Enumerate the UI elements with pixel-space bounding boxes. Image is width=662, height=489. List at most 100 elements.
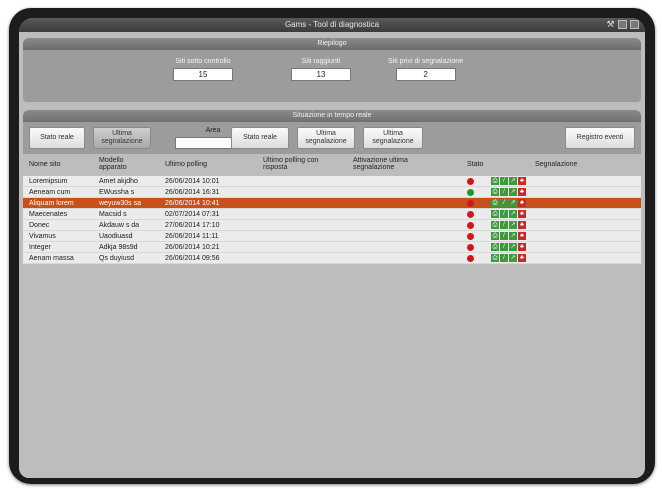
cell-modello: Akdauw s da [99,222,140,229]
pen-sign-icon[interactable]: / [500,232,508,240]
signal-icons: ⎙ / ↗ ♣ [491,243,526,251]
stato-reale-button-2[interactable]: Stato reale [231,127,289,149]
pen-sign-icon[interactable]: / [500,221,508,229]
summary-title: Riepilogo [23,38,641,50]
cell-nome-sito: Loremipsum [29,178,68,185]
status-indicator [467,244,474,251]
wrench-icon[interactable]: ⚒ [606,20,615,29]
cell-nome-sito: Vivamus [29,233,56,240]
col-attivazione[interactable]: Attivazione ultima segnalazione [353,157,433,171]
title-bar: Gams - Tool di diagnostica ⚒ [19,18,645,32]
printer-sign-icon[interactable]: ⎙ [491,254,499,262]
table-row[interactable]: Maecenates Macsid s 02/07/2014 07:31 ⎙ / ↗ ♣ [23,209,641,220]
stat-value: 2 [395,68,456,81]
status-indicator [467,200,474,207]
tool-sign-icon[interactable]: ↗ [509,210,517,218]
tool-sign-icon[interactable]: ↗ [509,177,517,185]
col-modello[interactable]: Modello apparato [99,157,149,171]
pen-sign-icon[interactable]: / [500,254,508,262]
table-row[interactable]: Aenam massa Qs duyiusd 26/06/2014 09:56 ⎙ / ↗… [23,253,641,264]
cell-ultimo-polling: 26/06/2014 16:31 [165,189,220,196]
stat-value: 15 [173,68,233,81]
cell-modello: Amet akjdho [99,178,138,185]
pen-sign-icon[interactable]: / [500,243,508,251]
signal-icons: ⎙ / ↗ ♣ [491,232,526,240]
status-indicator [467,189,474,196]
window-title: Gams - Tool di diagnostica [284,20,380,29]
status-indicator [467,211,474,218]
signal-icons: ⎙ / ↗ ♣ [491,210,526,218]
table-row[interactable]: Loremipsum Amet akjdho 26/06/2014 10:01 ⎙ / ↗… [23,176,641,187]
cell-modello: Qs duyiusd [99,255,135,262]
table-row[interactable]: Vivamus Uaodiuasd 26/06/2014 11:11 ⎙ / ↗ ♣ [23,231,641,242]
col-nome-sito[interactable]: Nome sito [29,161,61,168]
alarm-sign-icon[interactable]: ♣ [518,177,526,185]
cell-ultimo-polling: 26/06/2014 10:41 [165,200,220,207]
stat-siti-sotto-controllo: Siti sotto controllo 15 [173,58,233,81]
ultima-segnalazione-button-3[interactable]: Ultima segnalazione [363,127,423,149]
realtime-panel: Situazione in tempo reale Stato reale Ul… [23,110,641,478]
close-icon[interactable] [630,20,639,29]
pen-sign-icon[interactable]: / [500,188,508,196]
cell-ultimo-polling: 26/06/2014 09:56 [165,255,220,262]
col-segnalazione[interactable]: Segnalazione [535,161,577,168]
tool-sign-icon[interactable]: ↗ [509,232,517,240]
cell-ultimo-polling: 27/06/2014 17:10 [165,222,220,229]
alarm-sign-icon[interactable]: ♣ [518,210,526,218]
alarm-sign-icon[interactable]: ♣ [518,188,526,196]
stato-reale-button[interactable]: Stato reale [29,127,85,149]
tool-sign-icon[interactable]: ↗ [509,188,517,196]
cell-nome-sito: Donec [29,222,50,229]
stat-label: Siti privi di segnalazione [388,58,464,65]
minimize-icon[interactable] [618,20,627,29]
table-row[interactable]: Aliquam lorem weyuw30s sa 26/06/2014 10:41… [23,198,641,209]
pen-sign-icon[interactable]: / [500,177,508,185]
ultima-segnalazione-button[interactable]: Ultima segnalazione [93,127,151,149]
cell-ultimo-polling: 26/06/2014 10:01 [165,178,220,185]
signal-icons: ⎙ / ↗ ♣ [491,254,526,262]
pen-sign-icon[interactable]: / [500,199,508,207]
printer-sign-icon[interactable]: ⎙ [491,243,499,251]
cell-nome-sito: Integer [29,244,51,251]
table-row[interactable]: Donec Akdauw s da 27/06/2014 17:10 ⎙ / ↗ ♣ [23,220,641,231]
table-body: Loremipsum Amet akjdho 26/06/2014 10:01 ⎙ / ↗… [23,176,641,264]
printer-sign-icon[interactable]: ⎙ [491,188,499,196]
alarm-sign-icon[interactable]: ♣ [518,232,526,240]
col-ultimo-polling[interactable]: Ultimo polling [165,161,207,168]
realtime-title: Situazione in tempo reale [23,110,641,122]
summary-panel: Riepilogo Siti sotto controllo 15 Siti r… [23,38,641,102]
col-stato[interactable]: Stato [467,161,483,168]
alarm-sign-icon[interactable]: ♣ [518,199,526,207]
stat-siti-privi: Siti privi di segnalazione 2 [388,58,463,81]
cell-ultimo-polling: 26/06/2014 10:21 [165,244,220,251]
alarm-sign-icon[interactable]: ♣ [518,221,526,229]
pen-sign-icon[interactable]: / [500,210,508,218]
tool-sign-icon[interactable]: ↗ [509,221,517,229]
stat-label: Siti sotto controllo [175,58,231,65]
table-row[interactable]: Aeneam cum EWussha s 26/06/2014 16:31 ⎙ / ↗ ♣ [23,187,641,198]
alarm-sign-icon[interactable]: ♣ [518,243,526,251]
printer-sign-icon[interactable]: ⎙ [491,232,499,240]
app-window: Gams - Tool di diagnostica ⚒ Riepilogo S… [19,18,645,478]
cell-nome-sito: Aenam massa [29,255,74,262]
tool-sign-icon[interactable]: ↗ [509,254,517,262]
table-row[interactable]: Integer Adkja 98s9d 26/06/2014 10:21 ⎙ / ↗ ♣ [23,242,641,253]
cell-nome-sito: Aeneam cum [29,189,71,196]
stat-siti-raggiunti: Siti raggiunti 13 [291,58,351,81]
alarm-sign-icon[interactable]: ♣ [518,254,526,262]
col-ultimo-polling-risposta[interactable]: Ultimo polling con risposta [263,157,343,171]
printer-sign-icon[interactable]: ⎙ [491,210,499,218]
tool-sign-icon[interactable]: ↗ [509,199,517,207]
printer-sign-icon[interactable]: ⎙ [491,221,499,229]
cell-nome-sito: Aliquam lorem [29,200,74,207]
tool-sign-icon[interactable]: ↗ [509,243,517,251]
printer-sign-icon[interactable]: ⎙ [491,199,499,207]
toolbar: Stato reale Ultima segnalazione Area Sta… [23,122,641,154]
registro-eventi-button[interactable]: Registro eventi [565,127,635,149]
ultima-segnalazione-button-2[interactable]: Ultima segnalazione [297,127,355,149]
signal-icons: ⎙ / ↗ ♣ [491,199,526,207]
signal-icons: ⎙ / ↗ ♣ [491,221,526,229]
stat-value: 13 [291,68,351,81]
printer-sign-icon[interactable]: ⎙ [491,177,499,185]
cell-modello: weyuw30s sa [99,200,142,207]
